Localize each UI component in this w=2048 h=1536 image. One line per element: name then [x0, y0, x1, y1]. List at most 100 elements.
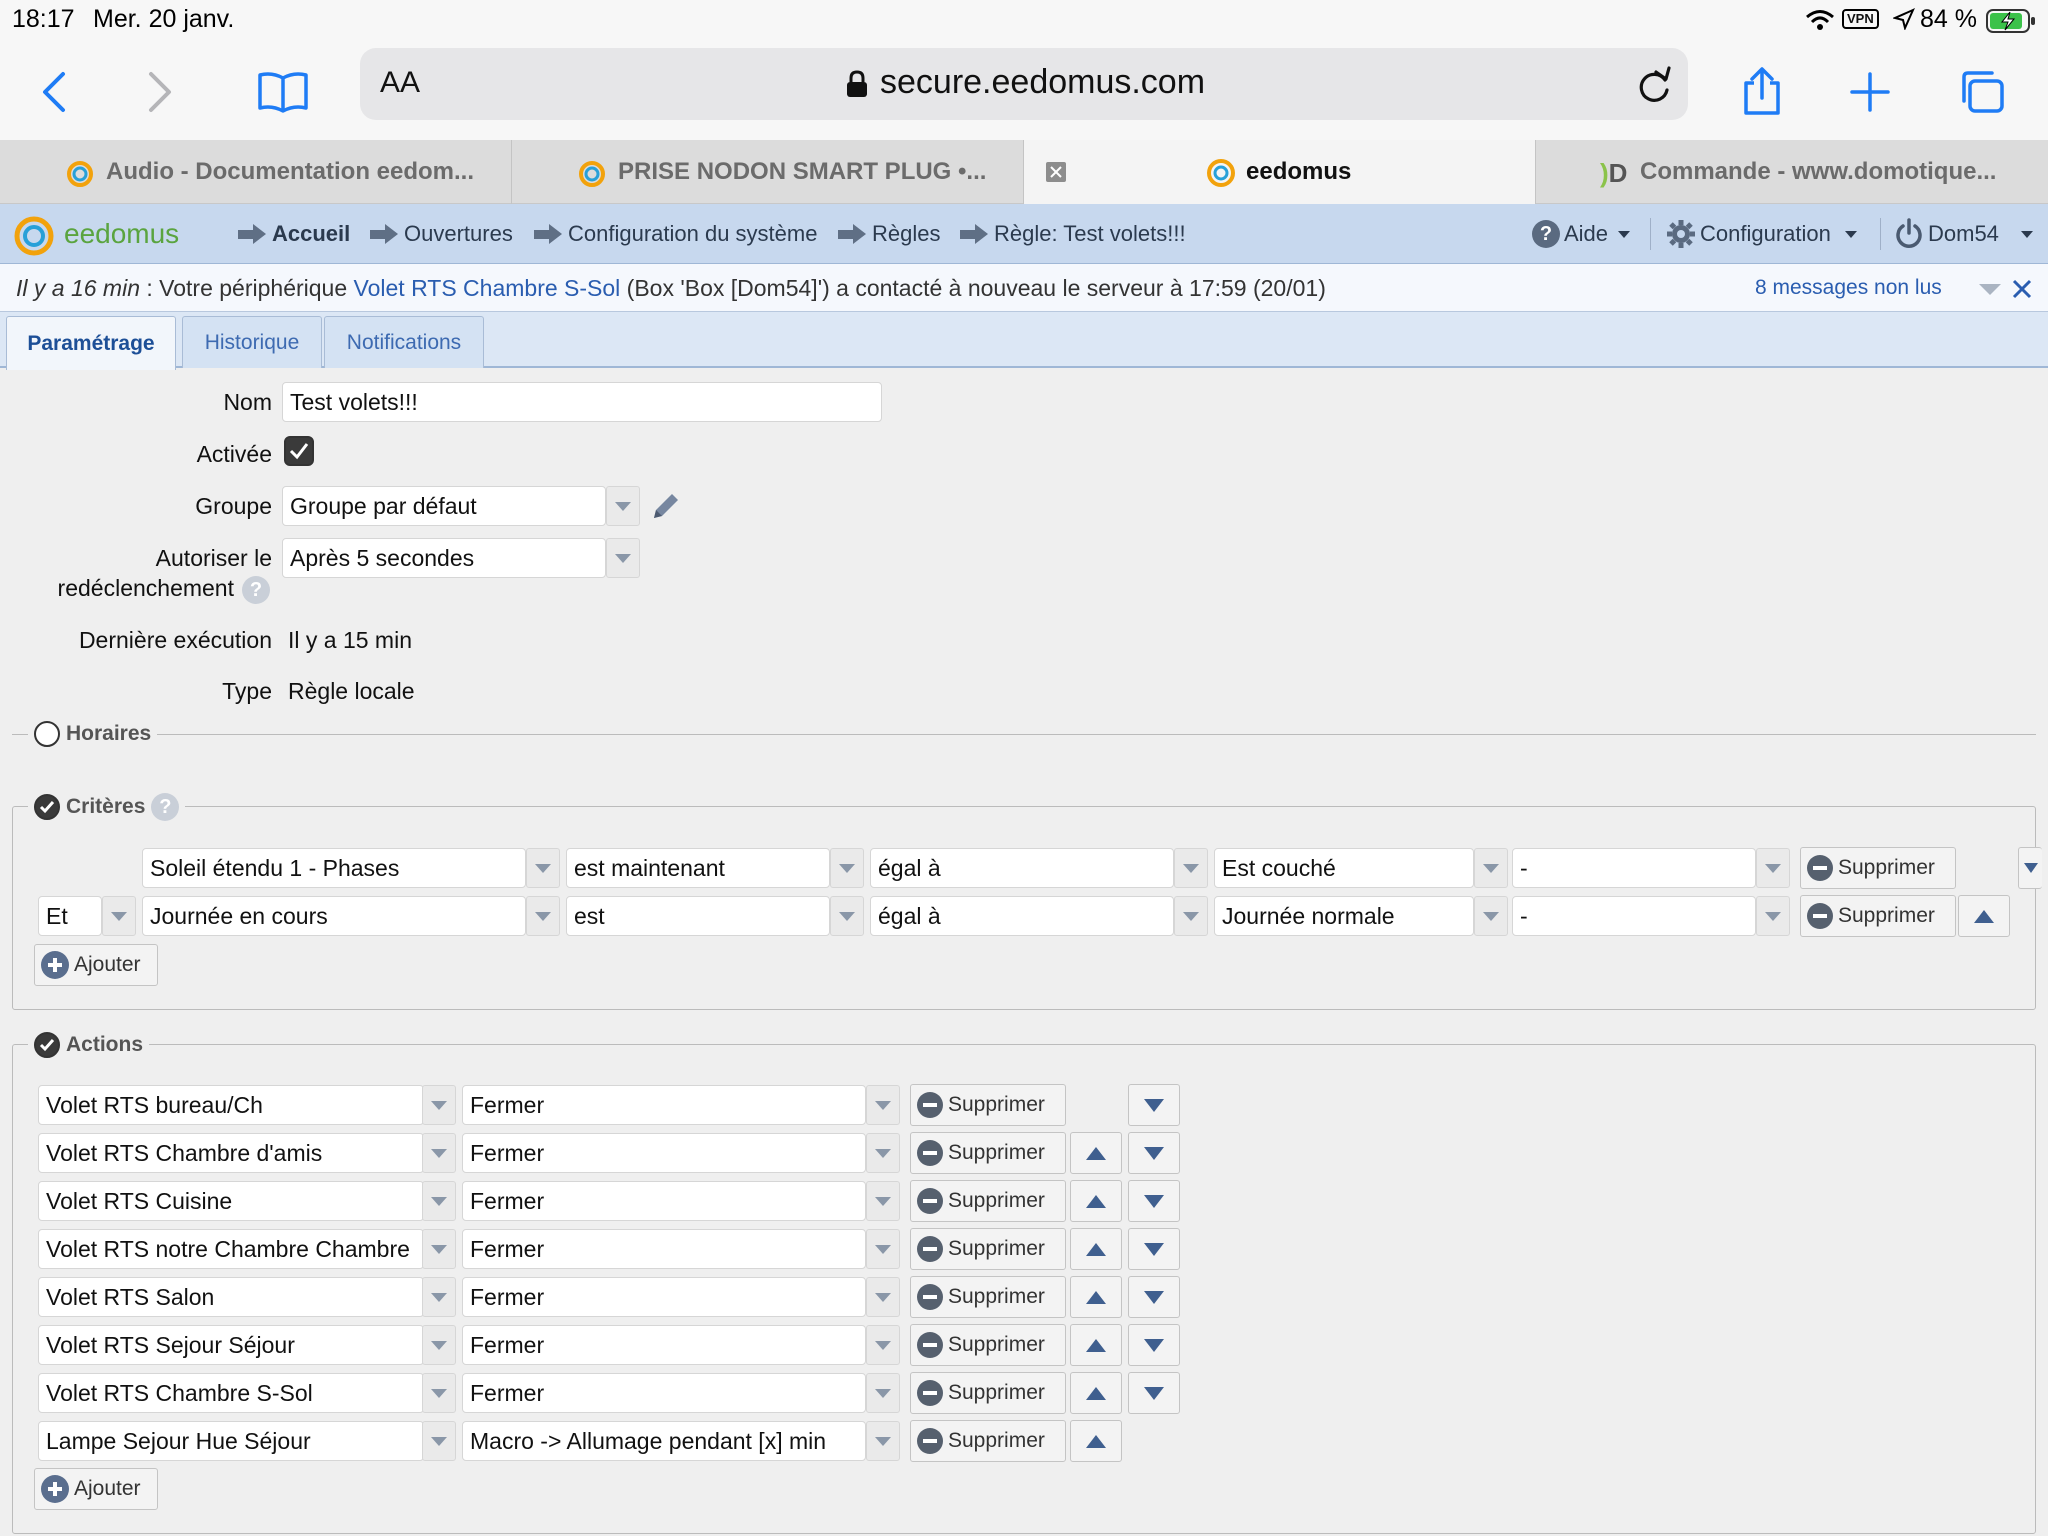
tab-historique[interactable]: Historique [182, 316, 322, 368]
criteria-value-select[interactable]: Journée normale [1214, 896, 1474, 936]
action-move-up-button[interactable] [1070, 1132, 1122, 1174]
help-menu[interactable]: ? Aide [1532, 204, 1631, 264]
breadcrumb-system-config[interactable]: Configuration du système [534, 204, 817, 264]
action-device-dropdown[interactable] [422, 1325, 456, 1365]
criteria-connector-select[interactable]: Et [38, 896, 102, 936]
browser-tab-prise-nodon[interactable]: PRISE NODON SMART PLUG •... [512, 140, 1024, 204]
action-delete-button[interactable]: Supprimer [910, 1228, 1066, 1270]
action-move-up-button[interactable] [1070, 1372, 1122, 1414]
action-move-down-button[interactable] [1128, 1276, 1180, 1318]
action-move-up-button[interactable] [1070, 1180, 1122, 1222]
reload-icon[interactable] [1636, 66, 1672, 109]
action-dropdown[interactable] [866, 1421, 900, 1461]
bookmarks-button[interactable] [250, 62, 316, 122]
criteria-operator-dropdown[interactable] [1174, 848, 1208, 888]
action-device-select[interactable]: Lampe Sejour Hue Séjour [38, 1421, 424, 1461]
action-device-select[interactable]: Volet RTS Chambre S-Sol [38, 1373, 424, 1413]
criteria-device-select[interactable]: Soleil étendu 1 - Phases [142, 848, 526, 888]
action-delete-button[interactable]: Supprimer [910, 1420, 1066, 1462]
name-input[interactable]: Test volets!!! [282, 382, 882, 422]
action-select[interactable]: Fermer [462, 1277, 866, 1317]
criteria-extra-select[interactable]: - [1512, 896, 1756, 936]
action-select[interactable]: Fermer [462, 1085, 866, 1125]
active-checkbox[interactable] [284, 436, 314, 466]
close-notification-icon[interactable] [2012, 278, 2032, 305]
action-select[interactable]: Fermer [462, 1181, 866, 1221]
action-move-up-button[interactable] [1070, 1276, 1122, 1318]
browser-tab-audio-doc[interactable]: Audio - Documentation eedom... [0, 140, 512, 204]
tab-notifications[interactable]: Notifications [324, 316, 484, 368]
configuration-menu[interactable]: Configuration [1666, 204, 1857, 264]
criteria-when-dropdown[interactable] [830, 848, 864, 888]
action-device-dropdown[interactable] [422, 1229, 456, 1269]
action-device-dropdown[interactable] [422, 1085, 456, 1125]
criteria-value-dropdown[interactable] [1474, 896, 1508, 936]
back-button[interactable] [24, 62, 84, 122]
criteria-delete-button[interactable]: Supprimer [1800, 895, 1956, 937]
action-device-dropdown[interactable] [422, 1373, 456, 1413]
action-device-dropdown[interactable] [422, 1181, 456, 1221]
action-dropdown[interactable] [866, 1133, 900, 1173]
action-add-button[interactable]: Ajouter [34, 1468, 158, 1510]
group-select[interactable]: Groupe par défaut [282, 486, 606, 526]
action-device-dropdown[interactable] [422, 1421, 456, 1461]
action-dropdown[interactable] [866, 1277, 900, 1317]
criteria-operator-select[interactable]: égal à [870, 896, 1174, 936]
action-select[interactable]: Macro -> Allumage pendant [x] min [462, 1421, 866, 1461]
text-size-button[interactable]: AA [380, 66, 420, 100]
retrigger-select[interactable]: Après 5 secondes [282, 538, 606, 578]
action-select[interactable]: Fermer [462, 1373, 866, 1413]
breadcrumb-rules[interactable]: Règles [838, 204, 940, 264]
action-move-up-button[interactable] [1070, 1420, 1122, 1462]
criteria-extra-dropdown[interactable] [1756, 848, 1790, 888]
action-move-down-button[interactable] [1128, 1084, 1180, 1126]
action-dropdown[interactable] [866, 1229, 900, 1269]
criteres-checkbox[interactable] [34, 794, 60, 820]
help-icon[interactable]: ? [242, 576, 270, 604]
horaires-checkbox[interactable] [34, 721, 60, 747]
action-dropdown[interactable] [866, 1085, 900, 1125]
criteria-device-dropdown[interactable] [526, 848, 560, 888]
criteria-when-select[interactable]: est maintenant [566, 848, 830, 888]
action-delete-button[interactable]: Supprimer [910, 1132, 1066, 1174]
action-device-dropdown[interactable] [422, 1277, 456, 1317]
criteria-device-dropdown[interactable] [526, 896, 560, 936]
action-delete-button[interactable]: Supprimer [910, 1324, 1066, 1366]
help-icon[interactable]: ? [151, 793, 180, 821]
criteria-add-button[interactable]: Ajouter [34, 944, 158, 986]
expand-notifications-icon[interactable] [1979, 284, 2001, 295]
criteria-connector-dropdown[interactable] [102, 896, 136, 936]
action-select[interactable]: Fermer [462, 1325, 866, 1365]
action-device-select[interactable]: Volet RTS Salon [38, 1277, 424, 1317]
criteria-operator-dropdown[interactable] [1174, 896, 1208, 936]
criteria-extra-select[interactable]: - [1512, 848, 1756, 888]
criteria-when-dropdown[interactable] [830, 896, 864, 936]
close-tab-icon[interactable] [1046, 162, 1066, 182]
new-tab-button[interactable] [1840, 62, 1900, 122]
edit-pencil-icon[interactable] [648, 490, 682, 529]
action-move-up-button[interactable] [1070, 1324, 1122, 1366]
forward-button[interactable] [130, 62, 190, 122]
criteria-operator-select[interactable]: égal à [870, 848, 1174, 888]
criteria-delete-button[interactable]: Supprimer [1800, 847, 1956, 889]
actions-checkbox[interactable] [34, 1032, 60, 1058]
logo-text[interactable]: eedomus [64, 218, 179, 250]
breadcrumb-openings[interactable]: Ouvertures [370, 204, 513, 264]
criteria-when-select[interactable]: est [566, 896, 830, 936]
criteria-device-select[interactable]: Journée en cours [142, 896, 526, 936]
action-delete-button[interactable]: Supprimer [910, 1084, 1066, 1126]
action-device-select[interactable]: Volet RTS Cuisine [38, 1181, 424, 1221]
action-select[interactable]: Fermer [462, 1229, 866, 1269]
criteria-move-up-button[interactable] [1958, 895, 2010, 937]
url-bar[interactable]: AA secure.eedomus.com [360, 48, 1688, 120]
action-device-select[interactable]: Volet RTS bureau/Ch [38, 1085, 424, 1125]
action-dropdown[interactable] [866, 1325, 900, 1365]
action-dropdown[interactable] [866, 1373, 900, 1413]
action-move-down-button[interactable] [1128, 1228, 1180, 1270]
criteria-value-dropdown[interactable] [1474, 848, 1508, 888]
action-delete-button[interactable]: Supprimer [910, 1372, 1066, 1414]
notification-device-link[interactable]: Volet RTS Chambre S-Sol [354, 275, 621, 301]
action-device-dropdown[interactable] [422, 1133, 456, 1173]
criteria-extra-dropdown[interactable] [1756, 896, 1790, 936]
action-move-down-button[interactable] [1128, 1372, 1180, 1414]
